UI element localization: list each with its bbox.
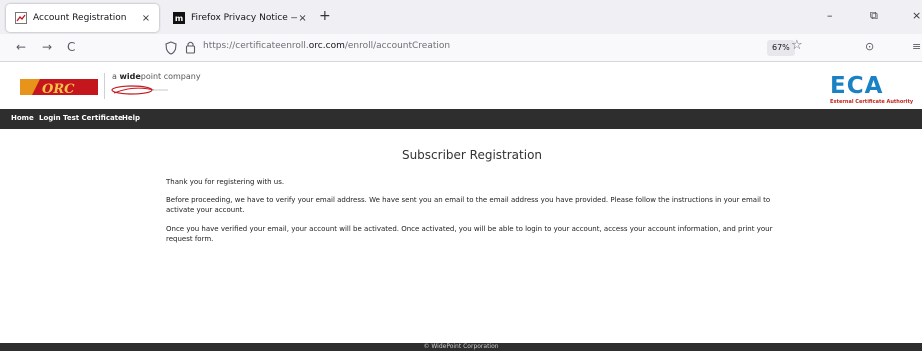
orc-logo-text: ORC — [42, 82, 75, 97]
menu-item-login[interactable]: Login — [39, 114, 61, 122]
mozilla-favicon-icon: m — [173, 12, 185, 24]
site-header: ORC a widepoint company ECA External Cer… — [0, 63, 922, 109]
logo-divider — [104, 73, 105, 99]
tab-close-icon[interactable]: × — [139, 13, 153, 24]
tab-strip: Account Registration × m Firefox Privacy… — [0, 0, 922, 34]
menu-item-home[interactable]: Home — [11, 114, 34, 122]
forward-button[interactable]: → — [42, 40, 52, 54]
navigation-bar: ← → C https://certificateenroll.orc.com/… — [0, 34, 922, 62]
lock-icon[interactable] — [185, 40, 196, 54]
eca-logo-title: ECA — [830, 73, 884, 99]
bookmark-star-icon[interactable]: ☆ — [791, 38, 803, 53]
app-menu-icon[interactable]: ≡ — [912, 40, 921, 53]
close-window-button[interactable]: × — [912, 9, 921, 22]
content-paragraph: Before proceeding, we have to verify you… — [166, 196, 771, 214]
eca-logo[interactable]: ECA External Certificate Authority — [830, 75, 922, 109]
copyright-text: © WidePoint Corporation — [423, 343, 499, 350]
widepoint-tagline: a widepoint company — [112, 72, 201, 81]
orc-logo[interactable]: ORC — [20, 76, 100, 98]
back-button[interactable]: ← — [16, 40, 26, 54]
tracking-shield-icon[interactable] — [165, 41, 177, 55]
page-footer: © WidePoint Corporation — [0, 343, 922, 351]
tab-title: Firefox Privacy Notice — Mozill — [191, 13, 297, 23]
browser-window: Account Registration × m Firefox Privacy… — [0, 0, 922, 351]
reload-button[interactable]: C — [67, 40, 75, 54]
tab-account-registration[interactable]: Account Registration × — [6, 4, 159, 32]
page-favicon-icon — [15, 12, 27, 24]
url-prefix: https://certificateenroll. — [203, 41, 309, 51]
pocket-icon[interactable]: ⊙ — [865, 40, 874, 53]
tagline-suffix: point company — [140, 72, 201, 81]
url-path: /enroll/accountCreation — [344, 41, 451, 51]
svg-text:m: m — [175, 14, 183, 23]
url-text[interactable]: https://certificateenroll.orc.com/enroll… — [203, 41, 450, 51]
menu-item-test-certificate[interactable]: Test Certificate — [63, 114, 123, 122]
tab-close-icon[interactable]: × — [297, 13, 308, 24]
page-title: Subscriber Registration — [401, 148, 543, 162]
menu-item-help[interactable]: Help — [122, 114, 140, 122]
url-bar[interactable]: https://certificateenroll.orc.com/enroll… — [157, 37, 805, 59]
tab-title: Account Registration — [33, 13, 127, 23]
content-paragraph: Thank you for registering with us. — [166, 178, 285, 186]
tagline-brand: wide — [119, 72, 141, 81]
content-paragraph: Once you have verified your email, your … — [166, 225, 773, 243]
eca-logo-subtitle: External Certificate Authority — [830, 99, 914, 105]
tab-firefox-privacy[interactable]: m Firefox Privacy Notice — Mozill × — [164, 4, 314, 32]
widepoint-swoosh-icon — [111, 85, 168, 95]
url-domain: orc.com — [308, 41, 345, 51]
restore-button[interactable]: ⧉ — [870, 9, 878, 23]
minimize-button[interactable]: – — [827, 9, 833, 22]
main-menu-bar: Home Login Test Certificate Help — [0, 109, 922, 129]
new-tab-button[interactable]: + — [319, 9, 331, 23]
